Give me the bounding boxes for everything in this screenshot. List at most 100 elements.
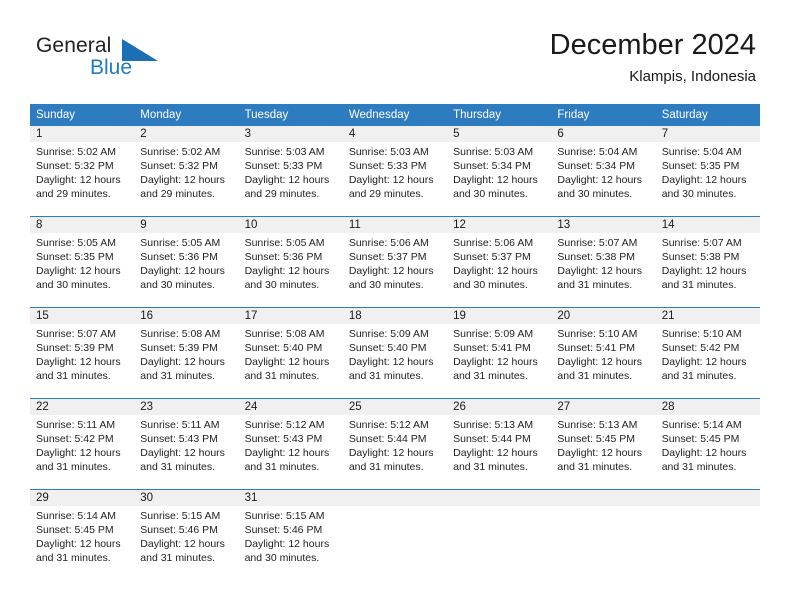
daylight-text: Daylight: 12 hours and 31 minutes. — [36, 538, 121, 564]
day-cell[interactable]: 29 Sunrise: 5:14 AM Sunset: 5:45 PM Dayl… — [30, 490, 135, 580]
day-cell[interactable]: 25 Sunrise: 5:12 AM Sunset: 5:44 PM Dayl… — [342, 399, 448, 489]
sunset-text: Sunset: 5:39 PM — [36, 342, 114, 354]
day-cell[interactable]: 28 Sunrise: 5:14 AM Sunset: 5:45 PM Dayl… — [655, 399, 760, 489]
day-cell[interactable]: 16 Sunrise: 5:08 AM Sunset: 5:39 PM Dayl… — [134, 308, 239, 398]
brand-name-general: General — [36, 34, 112, 57]
sunrise-text: Sunrise: 5:08 AM — [140, 328, 221, 340]
day-number: 8 — [30, 217, 135, 233]
day-number: 7 — [655, 126, 760, 142]
day-cell[interactable]: 9 Sunrise: 5:05 AM Sunset: 5:36 PM Dayli… — [134, 217, 239, 307]
sunrise-text: Sunrise: 5:04 AM — [557, 146, 638, 158]
brand-logo[interactable]: General Blue — [36, 34, 236, 90]
sunset-text: Sunset: 5:41 PM — [453, 342, 531, 354]
sunset-text: Sunset: 5:44 PM — [453, 433, 531, 445]
week-row: 1 Sunrise: 5:02 AM Sunset: 5:32 PM Dayli… — [30, 126, 760, 216]
sunrise-text: Sunrise: 5:13 AM — [453, 419, 534, 431]
sunrise-text: Sunrise: 5:07 AM — [36, 328, 116, 340]
sunset-text: Sunset: 5:37 PM — [453, 251, 531, 263]
day-number: 5 — [447, 126, 552, 142]
sunset-text: Sunset: 5:36 PM — [244, 251, 323, 263]
day-cell[interactable]: 3 Sunrise: 5:03 AM Sunset: 5:33 PM Dayli… — [238, 126, 343, 216]
sunset-text: Sunset: 5:38 PM — [557, 251, 636, 263]
daylight-text: Daylight: 12 hours and 31 minutes. — [348, 447, 434, 473]
day-number: 9 — [134, 217, 239, 233]
sunrise-text: Sunrise: 5:09 AM — [453, 328, 534, 340]
sunrise-text: Sunrise: 5:14 AM — [36, 510, 116, 522]
day-number: 15 — [30, 308, 135, 324]
day-cell[interactable]: 2 Sunrise: 5:02 AM Sunset: 5:32 PM Dayli… — [134, 126, 239, 216]
day-cell[interactable]: 30 Sunrise: 5:15 AM Sunset: 5:46 PM Dayl… — [134, 490, 239, 580]
day-cell-empty — [655, 490, 760, 580]
day-cell[interactable]: 8 Sunrise: 5:05 AM Sunset: 5:35 PM Dayli… — [30, 217, 135, 307]
daylight-text: Daylight: 12 hours and 30 minutes. — [453, 265, 538, 291]
day-cell[interactable]: 19 Sunrise: 5:09 AM Sunset: 5:41 PM Dayl… — [447, 308, 552, 398]
day-cell[interactable]: 5 Sunrise: 5:03 AM Sunset: 5:34 PM Dayli… — [447, 126, 552, 216]
sunrise-text: Sunrise: 5:11 AM — [36, 419, 116, 431]
day-number: 25 — [342, 399, 448, 415]
day-cell[interactable]: 12 Sunrise: 5:06 AM Sunset: 5:37 PM Dayl… — [447, 217, 552, 307]
day-cell[interactable]: 18 Sunrise: 5:09 AM Sunset: 5:40 PM Dayl… — [342, 308, 448, 398]
weekday-header-monday: Monday — [134, 104, 239, 126]
day-number: 11 — [342, 217, 448, 233]
day-cell[interactable]: 13 Sunrise: 5:07 AM Sunset: 5:38 PM Dayl… — [551, 217, 656, 307]
day-number: 3 — [238, 126, 343, 142]
day-number: 10 — [238, 217, 343, 233]
day-cell[interactable]: 11 Sunrise: 5:06 AM Sunset: 5:37 PM Dayl… — [342, 217, 448, 307]
day-cell[interactable]: 31 Sunrise: 5:15 AM Sunset: 5:46 PM Dayl… — [238, 490, 343, 580]
sunrise-text: Sunrise: 5:03 AM — [244, 146, 325, 158]
sunset-text: Sunset: 5:34 PM — [453, 160, 531, 172]
day-cell[interactable]: 23 Sunrise: 5:11 AM Sunset: 5:43 PM Dayl… — [134, 399, 239, 489]
day-cell[interactable]: 6 Sunrise: 5:04 AM Sunset: 5:34 PM Dayli… — [551, 126, 656, 216]
day-cell[interactable]: 1 Sunrise: 5:02 AM Sunset: 5:32 PM Dayli… — [30, 126, 135, 216]
day-cell[interactable]: 4 Sunrise: 5:03 AM Sunset: 5:33 PM Dayli… — [342, 126, 448, 216]
sunset-text: Sunset: 5:45 PM — [36, 524, 114, 536]
day-cell[interactable]: 14 Sunrise: 5:07 AM Sunset: 5:38 PM Dayl… — [655, 217, 760, 307]
sunset-text: Sunset: 5:46 PM — [140, 524, 218, 536]
day-number: 2 — [134, 126, 239, 142]
daylight-text: Daylight: 12 hours and 30 minutes. — [661, 174, 747, 200]
day-cell[interactable]: 20 Sunrise: 5:10 AM Sunset: 5:41 PM Dayl… — [551, 308, 656, 398]
day-cell[interactable]: 26 Sunrise: 5:13 AM Sunset: 5:44 PM Dayl… — [447, 399, 552, 489]
daylight-text: Daylight: 12 hours and 31 minutes. — [244, 447, 330, 473]
daylight-text: Daylight: 12 hours and 31 minutes. — [140, 356, 225, 382]
sunrise-text: Sunrise: 5:07 AM — [661, 237, 742, 249]
sunset-text: Sunset: 5:42 PM — [36, 433, 114, 445]
daylight-text: Daylight: 12 hours and 31 minutes. — [661, 356, 747, 382]
sunset-text: Sunset: 5:46 PM — [244, 524, 323, 536]
daylight-text: Daylight: 12 hours and 31 minutes. — [140, 538, 225, 564]
sunrise-text: Sunrise: 5:12 AM — [348, 419, 429, 431]
day-cell[interactable]: 17 Sunrise: 5:08 AM Sunset: 5:40 PM Dayl… — [238, 308, 343, 398]
day-number: 24 — [238, 399, 343, 415]
day-cell[interactable]: 7 Sunrise: 5:04 AM Sunset: 5:35 PM Dayli… — [655, 126, 760, 216]
day-cell[interactable]: 27 Sunrise: 5:13 AM Sunset: 5:45 PM Dayl… — [551, 399, 656, 489]
day-number: 1 — [30, 126, 135, 142]
sunrise-text: Sunrise: 5:15 AM — [244, 510, 325, 522]
sunrise-text: Sunrise: 5:11 AM — [140, 419, 220, 431]
week-row: 22 Sunrise: 5:11 AM Sunset: 5:42 PM Dayl… — [30, 399, 760, 489]
sunset-text: Sunset: 5:33 PM — [244, 160, 323, 172]
day-cell[interactable]: 15 Sunrise: 5:07 AM Sunset: 5:39 PM Dayl… — [30, 308, 135, 398]
day-cell[interactable]: 22 Sunrise: 5:11 AM Sunset: 5:42 PM Dayl… — [30, 399, 135, 489]
sunset-text: Sunset: 5:37 PM — [348, 251, 427, 263]
daylight-text: Daylight: 12 hours and 31 minutes. — [244, 356, 330, 382]
week-row: 8 Sunrise: 5:05 AM Sunset: 5:35 PM Dayli… — [30, 217, 760, 307]
sunset-text: Sunset: 5:32 PM — [36, 160, 114, 172]
day-cell[interactable]: 10 Sunrise: 5:05 AM Sunset: 5:36 PM Dayl… — [238, 217, 343, 307]
daylight-text: Daylight: 12 hours and 30 minutes. — [348, 265, 434, 291]
sunset-text: Sunset: 5:40 PM — [348, 342, 427, 354]
daylight-text: Daylight: 12 hours and 31 minutes. — [36, 447, 121, 473]
weekday-header-friday: Friday — [551, 104, 656, 126]
weekday-header-thursday: Thursday — [447, 104, 552, 126]
day-cell-empty — [342, 490, 448, 580]
sunrise-text: Sunrise: 5:04 AM — [661, 146, 742, 158]
daylight-text: Daylight: 12 hours and 31 minutes. — [557, 265, 643, 291]
daylight-text: Daylight: 12 hours and 29 minutes. — [140, 174, 225, 200]
sunset-text: Sunset: 5:43 PM — [140, 433, 218, 445]
sunrise-text: Sunrise: 5:03 AM — [453, 146, 534, 158]
page-title: December 2024 — [549, 29, 756, 61]
day-cell[interactable]: 21 Sunrise: 5:10 AM Sunset: 5:42 PM Dayl… — [655, 308, 760, 398]
sunset-text: Sunset: 5:45 PM — [557, 433, 636, 445]
day-cell[interactable]: 24 Sunrise: 5:12 AM Sunset: 5:43 PM Dayl… — [238, 399, 343, 489]
sunrise-text: Sunrise: 5:10 AM — [557, 328, 638, 340]
daylight-text: Daylight: 12 hours and 29 minutes. — [348, 174, 434, 200]
